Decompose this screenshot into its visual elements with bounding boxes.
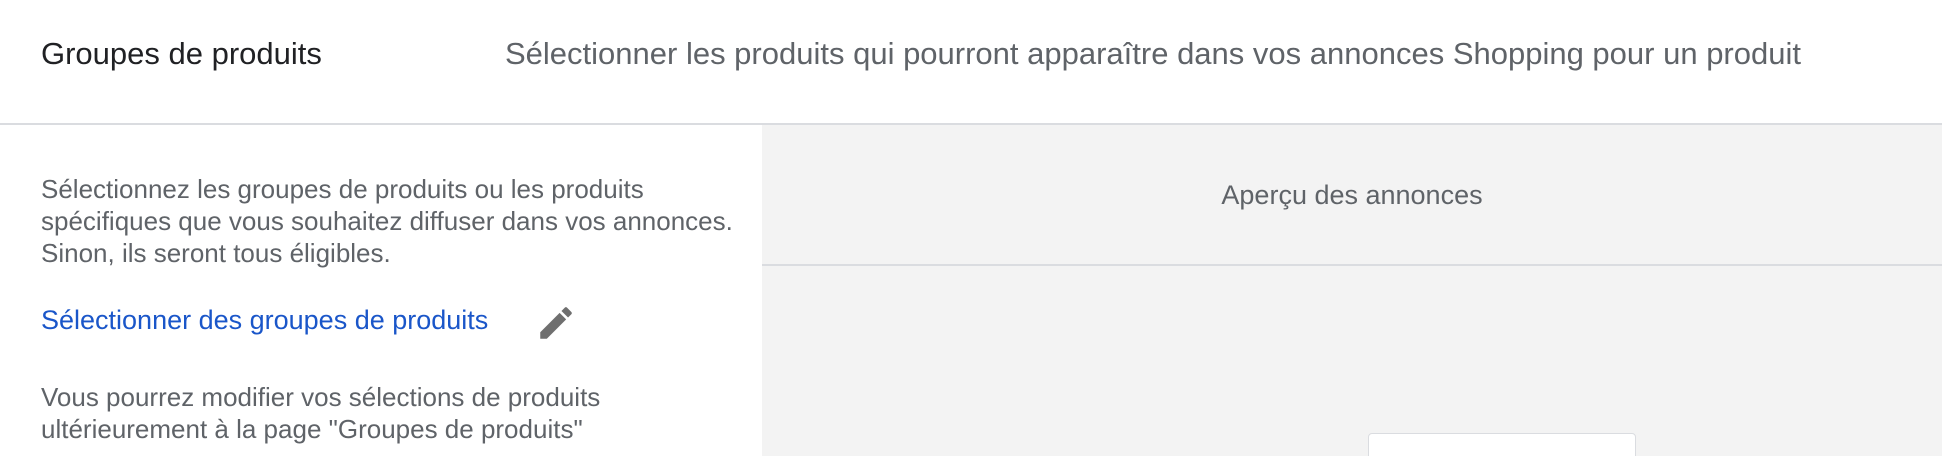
select-product-groups-link[interactable]: Sélectionner des groupes de produits — [41, 305, 488, 336]
pencil-icon-graphic — [540, 307, 572, 339]
ad-preview-card — [1368, 433, 1636, 456]
modify-later-note: Vous pourrez modifier vos sélections de … — [41, 382, 601, 444]
ad-preview-panel: Aperçu des annonces — [762, 125, 1942, 456]
section-description: Sélectionner les produits qui pourront a… — [505, 36, 1801, 71]
ad-preview-title: Aperçu des annonces — [1221, 180, 1483, 210]
section-title: Groupes de produits — [41, 36, 322, 71]
product-groups-panel: Sélectionnez les groupes de produits ou … — [0, 125, 762, 456]
intro-text: Sélectionnez les groupes de produits ou … — [41, 174, 733, 268]
ad-preview-header: Aperçu des annonces — [762, 125, 1942, 266]
page-root: Groupes de produits Sélectionner les pro… — [0, 0, 1942, 456]
pencil-icon[interactable] — [535, 302, 577, 344]
section-header: Groupes de produits Sélectionner les pro… — [0, 0, 1942, 125]
